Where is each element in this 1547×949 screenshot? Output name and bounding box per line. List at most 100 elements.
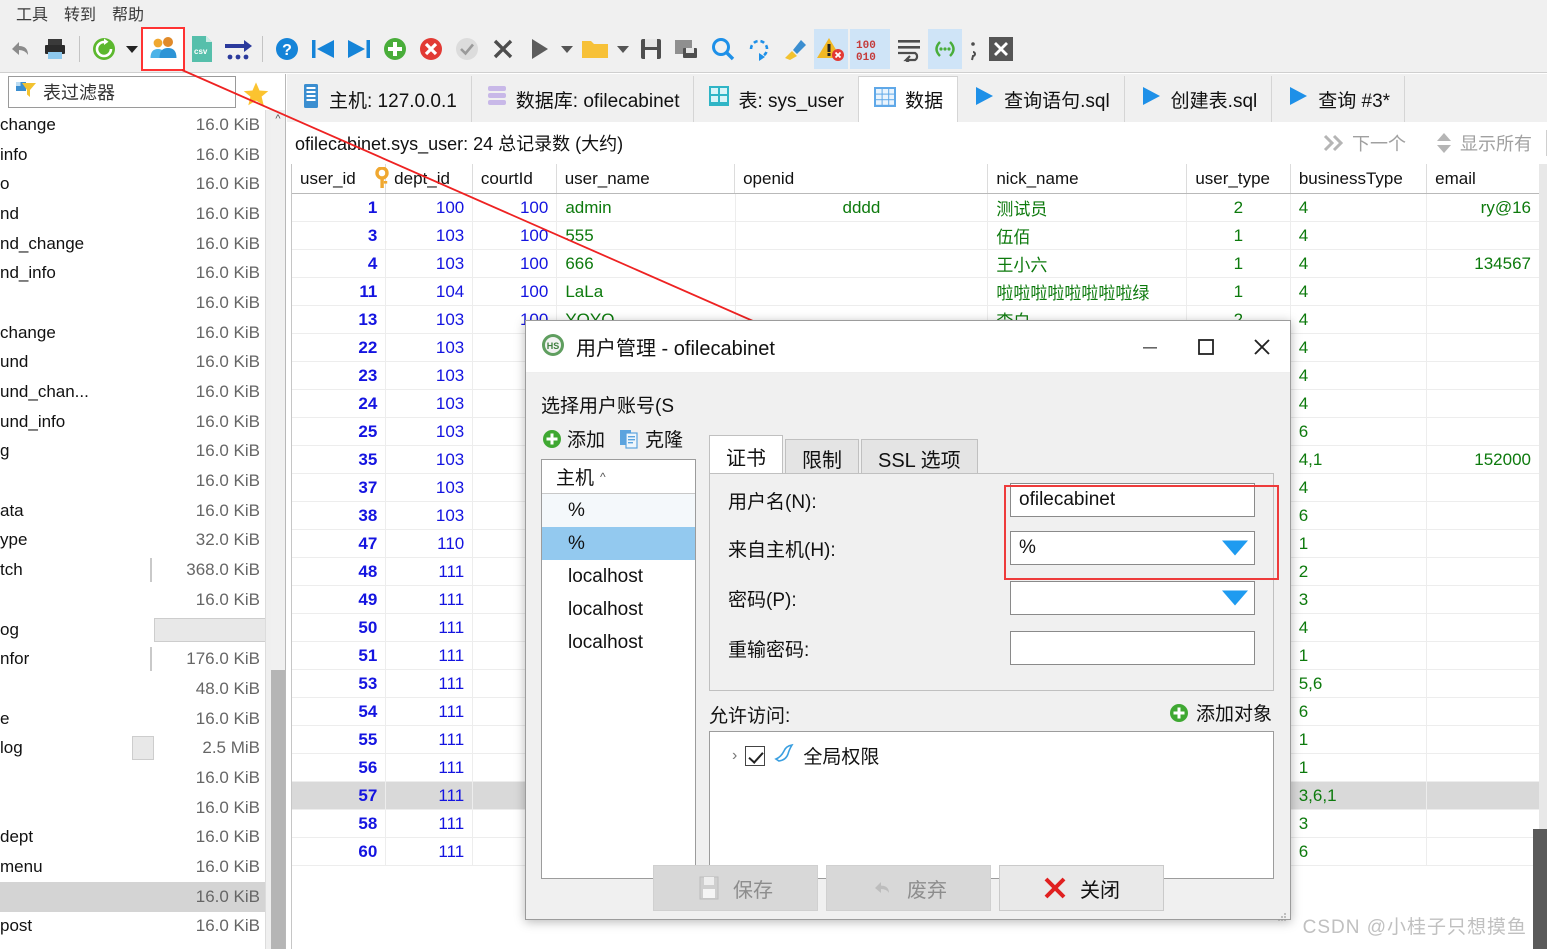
table-list-item[interactable]: ata 16.0 KiB — [0, 496, 272, 526]
chevron-right-icon[interactable]: › — [732, 747, 737, 765]
cell-dept_id[interactable]: 111 — [386, 838, 474, 865]
cell-user_id[interactable]: 25 — [292, 418, 387, 445]
dialog-tabs[interactable]: 证书 限制 SSL 选项 — [709, 435, 980, 477]
table-row[interactable]: 11 104 100 LaLa 啦啦啦啦啦啦啦啦绿 1 4 — [292, 278, 1540, 306]
table-list-item[interactable]: log 2.5 MiB — [0, 733, 272, 763]
cell-openid[interactable] — [736, 278, 989, 305]
table-list-item[interactable]: og13.5 MiB — [0, 615, 272, 645]
table-list-scrollbar[interactable]: ^ — [271, 110, 285, 949]
cell-dept_id[interactable]: 103 — [386, 222, 474, 249]
clone-user-button[interactable]: 克隆 — [619, 425, 683, 452]
table-list-item[interactable]: 16.0 KiB — [0, 941, 272, 949]
cell-user_id[interactable]: 35 — [292, 446, 387, 473]
cell-nick_name[interactable]: 伍佰 — [988, 222, 1188, 249]
tab-3[interactable]: 数据 — [859, 76, 959, 122]
delete-row-icon[interactable] — [414, 29, 448, 69]
cell-user_id[interactable]: 4 — [292, 250, 387, 277]
table-list-item[interactable]: tch 368.0 KiB — [0, 555, 272, 585]
cell-courtId[interactable]: 100 — [473, 194, 558, 221]
cell-openid[interactable] — [736, 250, 989, 277]
column-header-dept_id[interactable]: dept_id — [386, 164, 473, 193]
table-list-item[interactable]: post 16.0 KiB — [0, 912, 272, 942]
table-list-item[interactable]: 16.0 KiB — [0, 763, 272, 793]
csv-export-icon[interactable]: csv — [185, 29, 219, 69]
user-list-item[interactable]: localhost — [542, 626, 695, 659]
cell-businessType[interactable]: 6 — [1291, 502, 1427, 529]
column-header-user_id[interactable]: user_id — [292, 164, 389, 193]
cell-dept_id[interactable]: 103 — [386, 474, 474, 501]
cell-email[interactable]: 152000 — [1427, 446, 1540, 473]
cell-email[interactable] — [1427, 670, 1540, 697]
cell-dept_id[interactable]: 103 — [386, 306, 474, 333]
cell-businessType[interactable]: 4 — [1291, 474, 1427, 501]
open-folder-icon[interactable] — [578, 29, 612, 69]
cell-email[interactable] — [1427, 642, 1540, 669]
cell-dept_id[interactable]: 103 — [386, 418, 474, 445]
cell-businessType[interactable]: 2 — [1291, 558, 1427, 585]
cell-user_id[interactable]: 38 — [292, 502, 387, 529]
execute-icon[interactable] — [522, 29, 556, 69]
cell-dept_id[interactable]: 100 — [386, 194, 474, 221]
wrap-lines-icon[interactable] — [892, 29, 926, 69]
cell-nick_name[interactable]: 啦啦啦啦啦啦啦啦绿 — [988, 278, 1188, 305]
add-object-button[interactable]: 添加对象 — [1168, 699, 1272, 726]
cell-dept_id[interactable]: 111 — [386, 726, 474, 753]
table-list-item[interactable]: info 16.0 KiB — [0, 140, 272, 170]
close-tab-icon[interactable] — [984, 29, 1018, 69]
table-list-item[interactable]: nd_info 16.0 KiB — [0, 258, 272, 288]
print-icon[interactable] — [38, 29, 72, 69]
cell-businessType[interactable]: 4 — [1291, 250, 1427, 277]
cell-dept_id[interactable]: 111 — [386, 698, 474, 725]
fromhost-combo[interactable]: % — [1010, 531, 1255, 565]
cell-email[interactable] — [1427, 530, 1540, 557]
user-list-header[interactable]: 主机 ^ — [542, 460, 695, 494]
discard-button[interactable]: 废弃 — [825, 865, 991, 911]
column-header-email[interactable]: email — [1427, 164, 1540, 193]
save-as-icon[interactable] — [670, 29, 704, 69]
cell-email[interactable] — [1427, 502, 1540, 529]
dialog-tab-2[interactable]: SSL 选项 — [861, 439, 978, 477]
refresh-dropdown-icon[interactable] — [123, 29, 141, 69]
cell-businessType[interactable]: 1 — [1291, 530, 1427, 557]
cell-user_id[interactable]: 54 — [292, 698, 387, 725]
column-header-courtId[interactable]: courtId — [473, 164, 557, 193]
link-icon[interactable] — [928, 28, 962, 69]
close-button[interactable]: 关闭 — [998, 865, 1164, 911]
cell-user_id[interactable]: 23 — [292, 362, 387, 389]
table-list-item[interactable]: ype 32.0 KiB — [0, 526, 272, 556]
user-manager-dialog[interactable]: HS 用户管理 - ofilecabinet 选择用户账号(S 添加 克隆 主机… — [525, 320, 1291, 921]
dialog-close-button[interactable] — [1234, 322, 1290, 372]
format-icon[interactable] — [778, 29, 812, 69]
table-list-item[interactable]: 16.0 KiB — [0, 466, 272, 496]
table-list-item[interactable]: 16.0 KiB — [0, 881, 272, 912]
table-row[interactable]: 3 103 100 555 伍佰 1 4 — [292, 222, 1540, 250]
cell-user_id[interactable]: 22 — [292, 334, 387, 361]
column-header-user_type[interactable]: user_type — [1187, 164, 1291, 193]
table-list-item[interactable]: nfor 176.0 KiB — [0, 644, 272, 674]
insert-row-icon[interactable] — [378, 29, 412, 69]
cell-email[interactable] — [1427, 614, 1540, 641]
cell-dept_id[interactable]: 103 — [386, 502, 474, 529]
dialog-titlebar[interactable]: HS 用户管理 - ofilecabinet — [526, 321, 1290, 373]
cell-dept_id[interactable]: 103 — [386, 446, 474, 473]
cell-email[interactable] — [1427, 586, 1540, 613]
table-list-item[interactable]: menu 16.0 KiB — [0, 852, 272, 882]
cancel-changes-icon[interactable] — [486, 29, 520, 69]
cell-email[interactable] — [1427, 782, 1540, 809]
cell-user_type[interactable]: 1 — [1187, 222, 1291, 249]
table-list-item[interactable]: und 16.0 KiB — [0, 348, 272, 378]
cell-businessType[interactable]: 1 — [1291, 726, 1427, 753]
execute-dropdown-icon[interactable] — [558, 29, 576, 69]
cell-user_id[interactable]: 11 — [292, 278, 387, 305]
repeat-password-input[interactable] — [1010, 631, 1255, 665]
cell-email[interactable] — [1427, 698, 1540, 725]
cell-user_id[interactable]: 58 — [292, 810, 387, 837]
user-list-item[interactable]: % — [542, 527, 695, 560]
table-list-item[interactable]: und_info 16.0 KiB — [0, 407, 272, 437]
cell-dept_id[interactable]: 110 — [386, 530, 474, 557]
tab-5[interactable]: 创建表.sql✕ — [1124, 76, 1285, 122]
cell-user_id[interactable]: 48 — [292, 558, 387, 585]
cell-user_id[interactable]: 1 — [292, 194, 387, 221]
cell-email[interactable] — [1427, 726, 1540, 753]
cell-user_name[interactable]: 555 — [557, 222, 736, 249]
